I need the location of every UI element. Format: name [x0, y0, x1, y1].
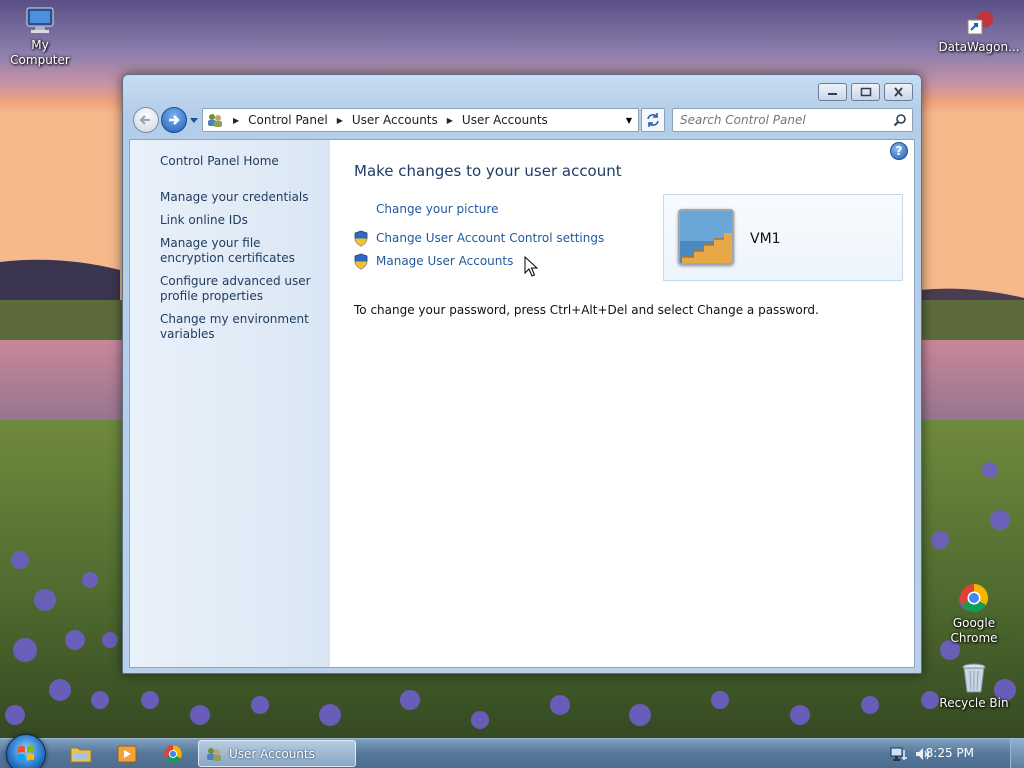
taskbar-item-label: User Accounts	[229, 746, 315, 761]
taskbar-pin-chrome[interactable]	[156, 742, 190, 766]
desktop-icon-label: DataWagon...	[938, 40, 1020, 54]
chevron-down-icon: ▼	[625, 115, 633, 125]
desktop-icon-recycle-bin[interactable]: Recycle Bin	[934, 662, 1014, 711]
taskbar-item-user-accounts[interactable]: User Accounts	[198, 740, 356, 767]
change-uac-settings-link[interactable]: Change User Account Control settings	[376, 231, 604, 245]
address-bar[interactable]: ▶ Control Panel ▶ User Accounts ▶ User A…	[202, 108, 639, 132]
help-button[interactable]: ?	[890, 142, 908, 160]
taskbar: User Accounts 8:25 PM	[0, 734, 1024, 768]
taskbar-pin-explorer[interactable]	[64, 742, 98, 766]
search-input[interactable]	[673, 109, 883, 131]
control-panel-users-icon	[207, 747, 221, 761]
manage-user-accounts-link[interactable]: Manage User Accounts	[376, 254, 513, 268]
back-arrow-icon	[139, 115, 150, 125]
sidebar-item-manage-credentials[interactable]: Manage your credentials	[160, 190, 325, 205]
taskbar-clock[interactable]: 8:25 PM	[926, 746, 974, 760]
close-button[interactable]	[884, 83, 913, 101]
sidebar-item-file-encryption-certificates[interactable]: Manage your file encryption certificates	[160, 236, 325, 266]
staircase-picture-icon	[680, 211, 732, 263]
control-panel-users-icon	[208, 114, 222, 127]
maximize-button[interactable]	[851, 83, 880, 101]
breadcrumb-user-accounts[interactable]: User Accounts	[462, 113, 548, 127]
uac-shield-icon	[354, 253, 368, 270]
datawagon-shortcut-icon	[967, 11, 993, 35]
breadcrumb-separator-icon[interactable]: ▶	[337, 116, 343, 125]
account-name: VM1	[750, 231, 781, 247]
breadcrumb-separator-icon[interactable]: ▶	[447, 116, 453, 125]
recycle-bin-icon	[962, 663, 986, 693]
chrome-icon	[164, 745, 182, 763]
breadcrumb-separator-icon[interactable]: ▶	[233, 116, 239, 125]
mouse-pointer-icon	[524, 256, 538, 277]
sidebar-item-advanced-profile-properties[interactable]: Configure advanced user profile properti…	[160, 274, 325, 304]
navigation-bar: ▶ Control Panel ▶ User Accounts ▶ User A…	[131, 107, 913, 133]
restore-icon	[860, 87, 871, 97]
user-accounts-window[interactable]: ▶ Control Panel ▶ User Accounts ▶ User A…	[122, 74, 922, 674]
minimize-icon	[828, 93, 837, 95]
password-change-note: To change your password, press Ctrl+Alt+…	[354, 303, 819, 317]
desktop-icon-my-computer[interactable]: My Computer	[0, 6, 80, 68]
desktop-icon-datawagon[interactable]: DataWagon...	[934, 10, 1024, 55]
sidebar-item-control-panel-home[interactable]: Control Panel Home	[160, 154, 325, 169]
windows-logo-icon	[18, 745, 34, 761]
address-history-dropdown[interactable]: ▼	[620, 109, 638, 131]
breadcrumb-control-panel[interactable]: Control Panel	[248, 113, 328, 127]
show-desktop-button[interactable]	[1010, 739, 1024, 768]
account-card: VM1	[663, 194, 903, 281]
close-icon	[894, 87, 903, 97]
minimize-button[interactable]	[818, 83, 847, 101]
forward-arrow-icon	[169, 115, 180, 125]
desktop-icon-google-chrome[interactable]: Google Chrome	[934, 582, 1014, 646]
window-content: Control Panel Home Manage your credentia…	[129, 139, 915, 668]
task-sidebar: Control Panel Home Manage your credentia…	[130, 140, 330, 667]
chrome-icon	[960, 584, 988, 612]
breadcrumb-user-accounts-category[interactable]: User Accounts	[352, 113, 438, 127]
uac-shield-icon	[354, 230, 368, 247]
folder-icon	[70, 747, 92, 763]
network-icon[interactable]	[890, 746, 908, 762]
desktop-icon-label: Google Chrome	[950, 616, 998, 645]
taskbar-pin-media-player[interactable]	[110, 742, 144, 766]
search-box	[672, 108, 913, 132]
sidebar-item-environment-variables[interactable]: Change my environment variables	[160, 312, 325, 342]
refresh-button[interactable]	[641, 108, 665, 132]
account-picture[interactable]	[678, 209, 734, 265]
media-player-icon	[117, 745, 137, 763]
back-button[interactable]	[133, 107, 159, 133]
window-controls	[818, 83, 913, 101]
recent-pages-dropdown-icon[interactable]	[189, 114, 199, 126]
page-title: Make changes to your user account	[354, 162, 622, 180]
change-picture-link[interactable]: Change your picture	[376, 202, 498, 216]
search-icon[interactable]	[893, 113, 907, 127]
sidebar-item-link-online-ids[interactable]: Link online IDs	[160, 213, 325, 228]
start-button[interactable]	[6, 734, 46, 768]
forward-button[interactable]	[161, 107, 187, 133]
desktop-icon-label: My Computer	[10, 38, 70, 67]
refresh-icon	[647, 113, 659, 127]
desktop-icon-label: Recycle Bin	[939, 696, 1009, 710]
help-icon: ?	[895, 144, 903, 158]
computer-icon	[26, 7, 54, 33]
